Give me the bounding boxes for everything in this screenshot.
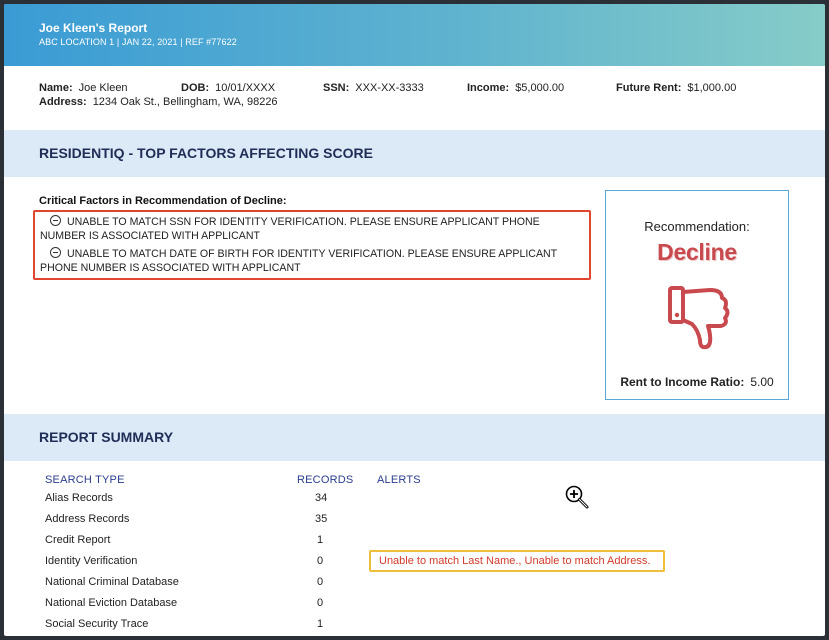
future-rent-value: $1,000.00 <box>687 82 737 94</box>
ssn-label: SSN: <box>323 82 350 94</box>
address-label: Address: <box>39 96 87 108</box>
address-value: 1234 Oak St., Bellingham, WA, 98226 <box>92 96 278 108</box>
search-type-cell: Alias Records <box>45 492 113 504</box>
search-type-cell: National Criminal Database <box>45 576 179 588</box>
minus-circle-icon <box>50 215 61 226</box>
critical-factor-text: UNABLE TO MATCH DATE OF BIRTH FOR IDENTI… <box>40 248 557 274</box>
records-cell: 1 <box>316 534 324 546</box>
address-field: Address: 1234 Oak St., Bellingham, WA, 98… <box>39 96 278 108</box>
table-row: National Eviction Database 0 <box>45 597 345 617</box>
critical-factor-item: UNABLE TO MATCH DATE OF BIRTH FOR IDENTI… <box>40 247 584 275</box>
critical-factors-title: Critical Factors in Recommendation of De… <box>39 195 287 207</box>
thumbs-down-icon <box>668 286 730 350</box>
rent-income-ratio: Rent to Income Ratio: 5.00 <box>606 375 788 389</box>
search-type-cell: Social Security Trace <box>45 618 149 630</box>
table-row: National Criminal Database 0 <box>45 576 345 596</box>
income-field: Income: $5,000.00 <box>467 82 564 94</box>
table-row: Identity Verification 0 <box>45 555 345 575</box>
dob-value: 10/01/XXXX <box>215 82 276 94</box>
table-row: Social Security Trace 1 <box>45 618 345 636</box>
future-rent-field: Future Rent: $1,000.00 <box>616 82 736 94</box>
name-field: Name: Joe Kleen <box>39 82 128 94</box>
col-alerts: ALERTS <box>377 474 421 486</box>
dob-label: DOB: <box>181 82 210 94</box>
report-banner: Joe Kleen's Report ABC LOCATION 1 | JAN … <box>4 4 825 66</box>
table-row: Credit Report 1 <box>45 534 345 554</box>
table-row: Address Records 35 <box>45 513 345 533</box>
recommendation-value: Decline <box>657 239 737 265</box>
records-cell: 35 <box>315 513 328 525</box>
minus-circle-icon <box>50 247 61 258</box>
income-label: Income: <box>467 82 510 94</box>
table-row: Alias Records 34 <box>45 492 345 512</box>
records-cell: 34 <box>315 492 328 504</box>
col-search-type: SEARCH TYPE <box>45 474 125 486</box>
recommendation-card: Recommendation: Decline Rent to Income R… <box>605 190 789 400</box>
records-cell: 0 <box>316 597 324 609</box>
ratio-value: 5.00 <box>750 375 774 389</box>
applicant-info: Name: Joe Kleen DOB: 10/01/XXXX SSN: XXX-XX… <box>4 66 825 132</box>
records-cell: 0 <box>316 555 324 567</box>
critical-factor-text: UNABLE TO MATCH SSN FOR IDENTITY VERIFIC… <box>40 216 540 242</box>
summary-section-header: REPORT SUMMARY <box>4 414 825 461</box>
col-records: RECORDS <box>297 474 354 486</box>
name-value: Joe Kleen <box>78 82 128 94</box>
critical-factor-item: UNABLE TO MATCH SSN FOR IDENTITY VERIFIC… <box>40 215 584 243</box>
name-label: Name: <box>39 82 73 94</box>
records-cell: 1 <box>316 618 324 630</box>
report-title: Joe Kleen's Report <box>39 21 148 35</box>
zoom-in-cursor-icon <box>565 485 589 509</box>
factors-heading: RESIDENTIQ - TOP FACTORS AFFECTING SCORE <box>39 145 373 161</box>
ssn-field: SSN: XXX-XX-3333 <box>323 82 424 94</box>
report-subtitle: ABC LOCATION 1 | JAN 22, 2021 | REF #776… <box>39 37 237 47</box>
factors-section-header: RESIDENTIQ - TOP FACTORS AFFECTING SCORE <box>4 130 825 177</box>
recommendation-label: Recommendation: <box>644 219 750 234</box>
search-type-cell: Credit Report <box>45 534 111 546</box>
summary-heading: REPORT SUMMARY <box>39 429 174 445</box>
report-page: Joe Kleen's Report ABC LOCATION 1 | JAN … <box>4 4 825 636</box>
search-type-cell: Identity Verification <box>45 555 138 567</box>
identity-alert-badge: Unable to match Last Name., Unable to ma… <box>369 550 665 572</box>
critical-factors-box: UNABLE TO MATCH SSN FOR IDENTITY VERIFIC… <box>33 210 591 280</box>
records-cell: 0 <box>316 576 324 588</box>
search-type-cell: National Eviction Database <box>45 597 178 609</box>
income-value: $5,000.00 <box>515 82 565 94</box>
search-type-cell: Address Records <box>45 513 130 525</box>
ratio-label: Rent to Income Ratio: <box>620 375 745 389</box>
ssn-value: XXX-XX-3333 <box>355 82 424 94</box>
dob-field: DOB: 10/01/XXXX <box>181 82 275 94</box>
future-rent-label: Future Rent: <box>616 82 682 94</box>
